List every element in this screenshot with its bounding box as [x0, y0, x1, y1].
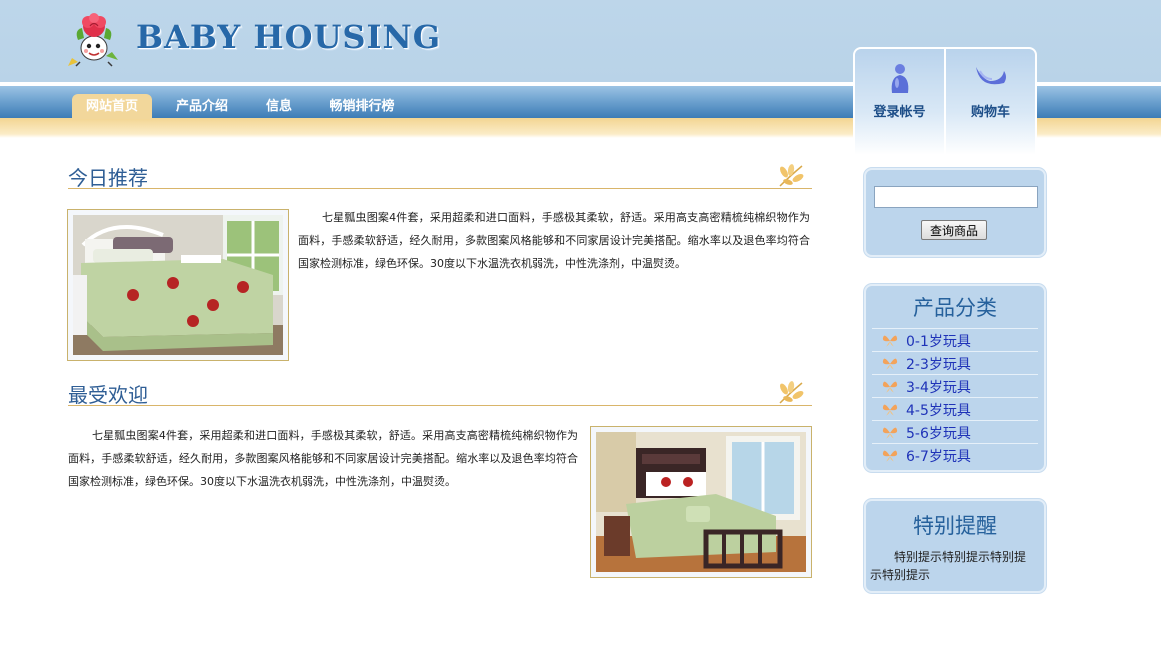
butterfly-icon	[882, 358, 898, 370]
bed-photo-icon	[596, 432, 806, 572]
category-item[interactable]: 2-3岁玩具	[872, 351, 1038, 374]
nav-info[interactable]: 信息	[256, 94, 302, 119]
user-icon	[891, 64, 908, 93]
login-button[interactable]: 登录帐号	[855, 49, 944, 155]
category-label: 2-3岁玩具	[906, 357, 971, 373]
butterfly-icon	[882, 381, 898, 393]
category-label: 3-4岁玩具	[906, 380, 971, 396]
notice-title: 特别提醒	[913, 514, 997, 538]
butterfly-icon	[882, 450, 898, 462]
category-item[interactable]: 3-4岁玩具	[872, 374, 1038, 397]
section-today-header: 今日推荐	[68, 162, 812, 190]
bed-photo-icon	[73, 215, 283, 355]
nav-home[interactable]: 网站首页	[72, 94, 152, 119]
category-item[interactable]: 6-7岁玩具	[872, 443, 1038, 466]
butterfly-icon	[882, 404, 898, 416]
category-label: 5-6岁玩具	[906, 426, 971, 442]
section-popular-text: 七星瓢虫图案4件套，采用超柔和进口面料，手感极其柔软，舒适。采用高支高密精梳纯棉…	[68, 429, 578, 488]
logo-mascot-icon[interactable]	[66, 10, 122, 68]
butterfly-icon	[882, 335, 898, 347]
notice-box: 特别提醒 特别提示特别提示特别提示特别提示	[864, 499, 1046, 593]
category-item[interactable]: 0-1岁玩具	[872, 328, 1038, 351]
leaf-ornament-icon	[779, 164, 804, 187]
search-input[interactable]	[874, 186, 1038, 208]
user-panel: 登录帐号 购物车	[853, 47, 1037, 157]
site-logo-text[interactable]: BABY HOUSING	[136, 18, 441, 56]
section-popular-header: 最受欢迎	[68, 379, 812, 407]
category-item[interactable]: 4-5岁玩具	[872, 397, 1038, 420]
section-today-title: 今日推荐	[68, 166, 148, 190]
section-today-text: 七星瓢虫图案4件套，采用超柔和进口面料，手感极其柔软，舒适。采用高支高密精梳纯棉…	[298, 211, 810, 270]
nav-products[interactable]: 产品介绍	[166, 94, 238, 119]
leaf-ornament-icon	[779, 381, 804, 404]
search-button[interactable]: 查询商品	[921, 220, 987, 240]
category-item[interactable]: 5-6岁玩具	[872, 420, 1038, 443]
nav-bestsellers[interactable]: 畅销排行榜	[320, 94, 404, 119]
cart-label: 购物车	[970, 105, 1010, 120]
category-label: 4-5岁玩具	[906, 403, 971, 419]
category-label: 6-7岁玩具	[906, 449, 971, 465]
product-image-popular[interactable]	[590, 426, 812, 578]
product-image-today[interactable]	[67, 209, 289, 361]
cart-button[interactable]: 购物车	[944, 49, 1035, 155]
moon-cart-icon	[975, 67, 1006, 85]
category-label: 0-1岁玩具	[906, 334, 971, 350]
butterfly-icon	[882, 427, 898, 439]
search-box: 查询商品	[864, 168, 1046, 257]
login-label: 登录帐号	[873, 105, 926, 120]
category-title: 产品分类	[913, 296, 997, 320]
section-popular-title: 最受欢迎	[68, 383, 148, 407]
notice-text: 特别提示特别提示特别提示特别提示	[870, 550, 1027, 582]
